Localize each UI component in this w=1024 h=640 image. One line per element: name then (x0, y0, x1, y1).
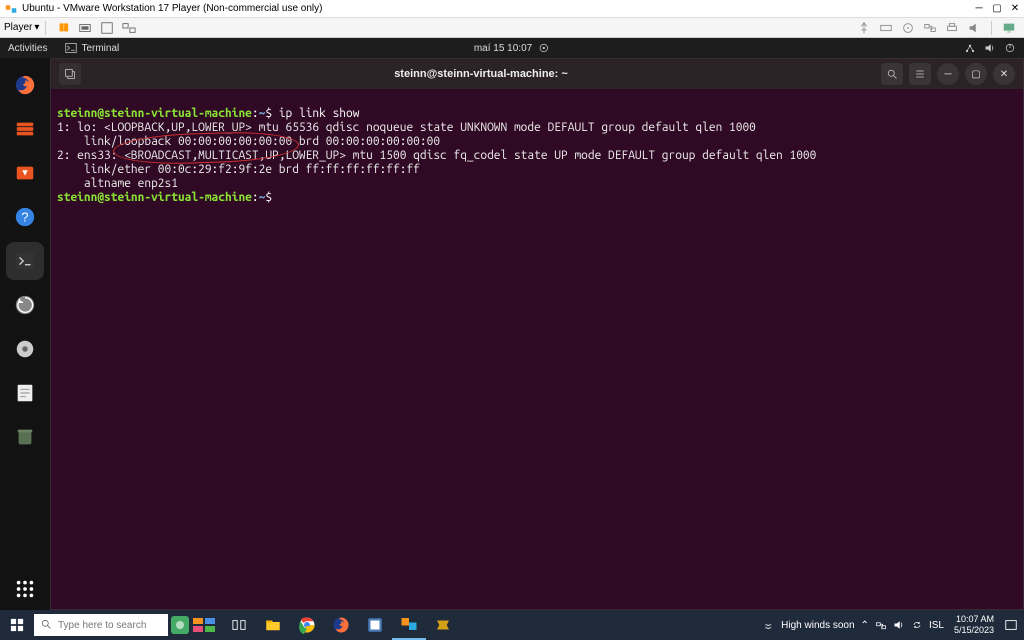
svg-text:?: ? (21, 210, 28, 225)
show-applications-button[interactable] (14, 578, 36, 600)
window-minimize-button[interactable]: ─ (970, 0, 988, 18)
output-line: link/loopback 00:00:00:00:00:00 brd 00:0… (57, 135, 440, 148)
toolbar-separator (45, 21, 46, 35)
dock-help[interactable]: ? (6, 198, 44, 236)
taskbar-search[interactable]: Type here to search (34, 614, 168, 636)
window-close-button[interactable]: ✕ (1006, 0, 1024, 18)
windows-taskbar: Type here to search High winds soon ⌃ IS… (0, 610, 1024, 640)
fullscreen-button[interactable] (99, 20, 115, 36)
vmware-toolbar: Player ▾ ▮▮ (0, 18, 1024, 38)
vmware-window-title: Ubuntu - VMware Workstation 17 Player (N… (22, 3, 970, 14)
toolbar-separator (991, 21, 992, 35)
taskbar-chrome[interactable] (290, 610, 324, 640)
ubuntu-desktop: Activities Terminal maí 15 10:07 ? (0, 38, 1024, 610)
ubuntu-dock: ? (0, 58, 50, 610)
prompt-user: steinn@steinn-virtual-machine (57, 107, 252, 120)
terminal-close-button[interactable]: ✕ (993, 63, 1015, 85)
dock-files[interactable] (6, 110, 44, 148)
activities-button[interactable]: Activities (8, 43, 47, 54)
dock-trash[interactable] (6, 418, 44, 456)
dock-updater[interactable] (6, 286, 44, 324)
start-button[interactable] (0, 610, 34, 640)
devices-network-icon[interactable] (922, 20, 938, 36)
volume-icon[interactable] (984, 42, 996, 54)
topbar-datetime: maí 15 10:07 (474, 43, 532, 54)
terminal-window: steinn@steinn-virtual-machine: ~ ─ ▢ ✕ s… (50, 58, 1024, 610)
output-line: 2: ens33: <BROADCAST,MULTICAST,UP,LOWER_… (57, 149, 816, 162)
taskbar-app-2[interactable] (426, 610, 460, 640)
command-text: ip link show (279, 107, 360, 120)
tray-notifications-icon[interactable] (1004, 618, 1018, 632)
devices-usb-icon[interactable] (856, 20, 872, 36)
window-maximize-button[interactable]: ▢ (988, 0, 1006, 18)
prompt-symbol: $ (265, 107, 272, 120)
cycle-screens-button[interactable] (1001, 20, 1017, 36)
terminal-body[interactable]: steinn@steinn-virtual-machine:~$ ip link… (51, 89, 1023, 609)
tray-sync-icon[interactable] (911, 619, 923, 631)
send-ctrl-alt-del-button[interactable] (77, 20, 93, 36)
task-view-button[interactable] (222, 610, 256, 640)
vmware-titlebar: Ubuntu - VMware Workstation 17 Player (N… (0, 0, 1024, 18)
dock-disk[interactable] (6, 330, 44, 368)
terminal-headerbar: steinn@steinn-virtual-machine: ~ ─ ▢ ✕ (51, 59, 1023, 89)
output-line: link/ether 00:0c:29:f2:9f:2e brd ff:ff:f… (57, 163, 420, 176)
topbar-app-menu[interactable]: Terminal (65, 42, 119, 54)
power-icon[interactable] (1004, 42, 1016, 54)
notification-icon (538, 42, 550, 54)
topbar-clock[interactable]: maí 15 10:07 (474, 42, 550, 54)
tray-chevron-up-icon[interactable]: ⌃ (861, 620, 869, 631)
new-tab-button[interactable] (59, 63, 81, 85)
output-line: altname enp2s1 (57, 177, 178, 190)
prompt-symbol: $ (265, 191, 272, 204)
pause-vm-button[interactable]: ▮▮ (55, 20, 71, 36)
terminal-icon (65, 42, 77, 54)
tray-volume-icon[interactable] (893, 619, 905, 631)
network-icon[interactable] (964, 42, 976, 54)
player-menu-label: Player (4, 22, 32, 33)
vmware-app-icon (4, 2, 18, 16)
devices-disk-icon[interactable] (878, 20, 894, 36)
devices-cd-icon[interactable] (900, 20, 916, 36)
news-widget[interactable] (168, 610, 222, 640)
topbar-app-label: Terminal (81, 43, 119, 54)
gnome-topbar: Activities Terminal maí 15 10:07 (0, 38, 1024, 58)
unity-mode-button[interactable] (121, 20, 137, 36)
devices-printer-icon[interactable] (944, 20, 960, 36)
dock-terminal[interactable] (6, 242, 44, 280)
tray-language[interactable]: ISL (929, 620, 944, 631)
dock-texteditor[interactable] (6, 374, 44, 412)
tray-clock[interactable]: 10:07 AM 5/15/2023 (950, 614, 998, 636)
tray-network-icon[interactable] (875, 619, 887, 631)
devices-sound-icon[interactable] (966, 20, 982, 36)
tray-date: 5/15/2023 (954, 625, 994, 636)
terminal-search-button[interactable] (881, 63, 903, 85)
tray-time: 10:07 AM (954, 614, 994, 625)
terminal-title: steinn@steinn-virtual-machine: ~ (87, 68, 875, 80)
dock-firefox[interactable] (6, 66, 44, 104)
search-icon (40, 618, 52, 633)
output-line: 1: lo: <LOOPBACK,UP,LOWER_UP> mtu 65536 … (57, 121, 756, 134)
dock-software[interactable] (6, 154, 44, 192)
chevron-down-icon: ▾ (34, 22, 39, 33)
terminal-minimize-button[interactable]: ─ (937, 63, 959, 85)
search-placeholder: Type here to search (58, 620, 146, 631)
taskbar-explorer[interactable] (256, 610, 290, 640)
taskbar-app[interactable] (358, 610, 392, 640)
taskbar-firefox[interactable] (324, 610, 358, 640)
taskbar-vmware[interactable] (392, 610, 426, 640)
weather-icon[interactable] (763, 619, 775, 631)
prompt-user: steinn@steinn-virtual-machine (57, 191, 252, 204)
system-tray: High winds soon ⌃ ISL 10:07 AM 5/15/2023 (763, 614, 1024, 636)
terminal-menu-button[interactable] (909, 63, 931, 85)
weather-text[interactable]: High winds soon (781, 620, 854, 631)
terminal-maximize-button[interactable]: ▢ (965, 63, 987, 85)
player-menu[interactable]: Player ▾ (4, 22, 39, 33)
